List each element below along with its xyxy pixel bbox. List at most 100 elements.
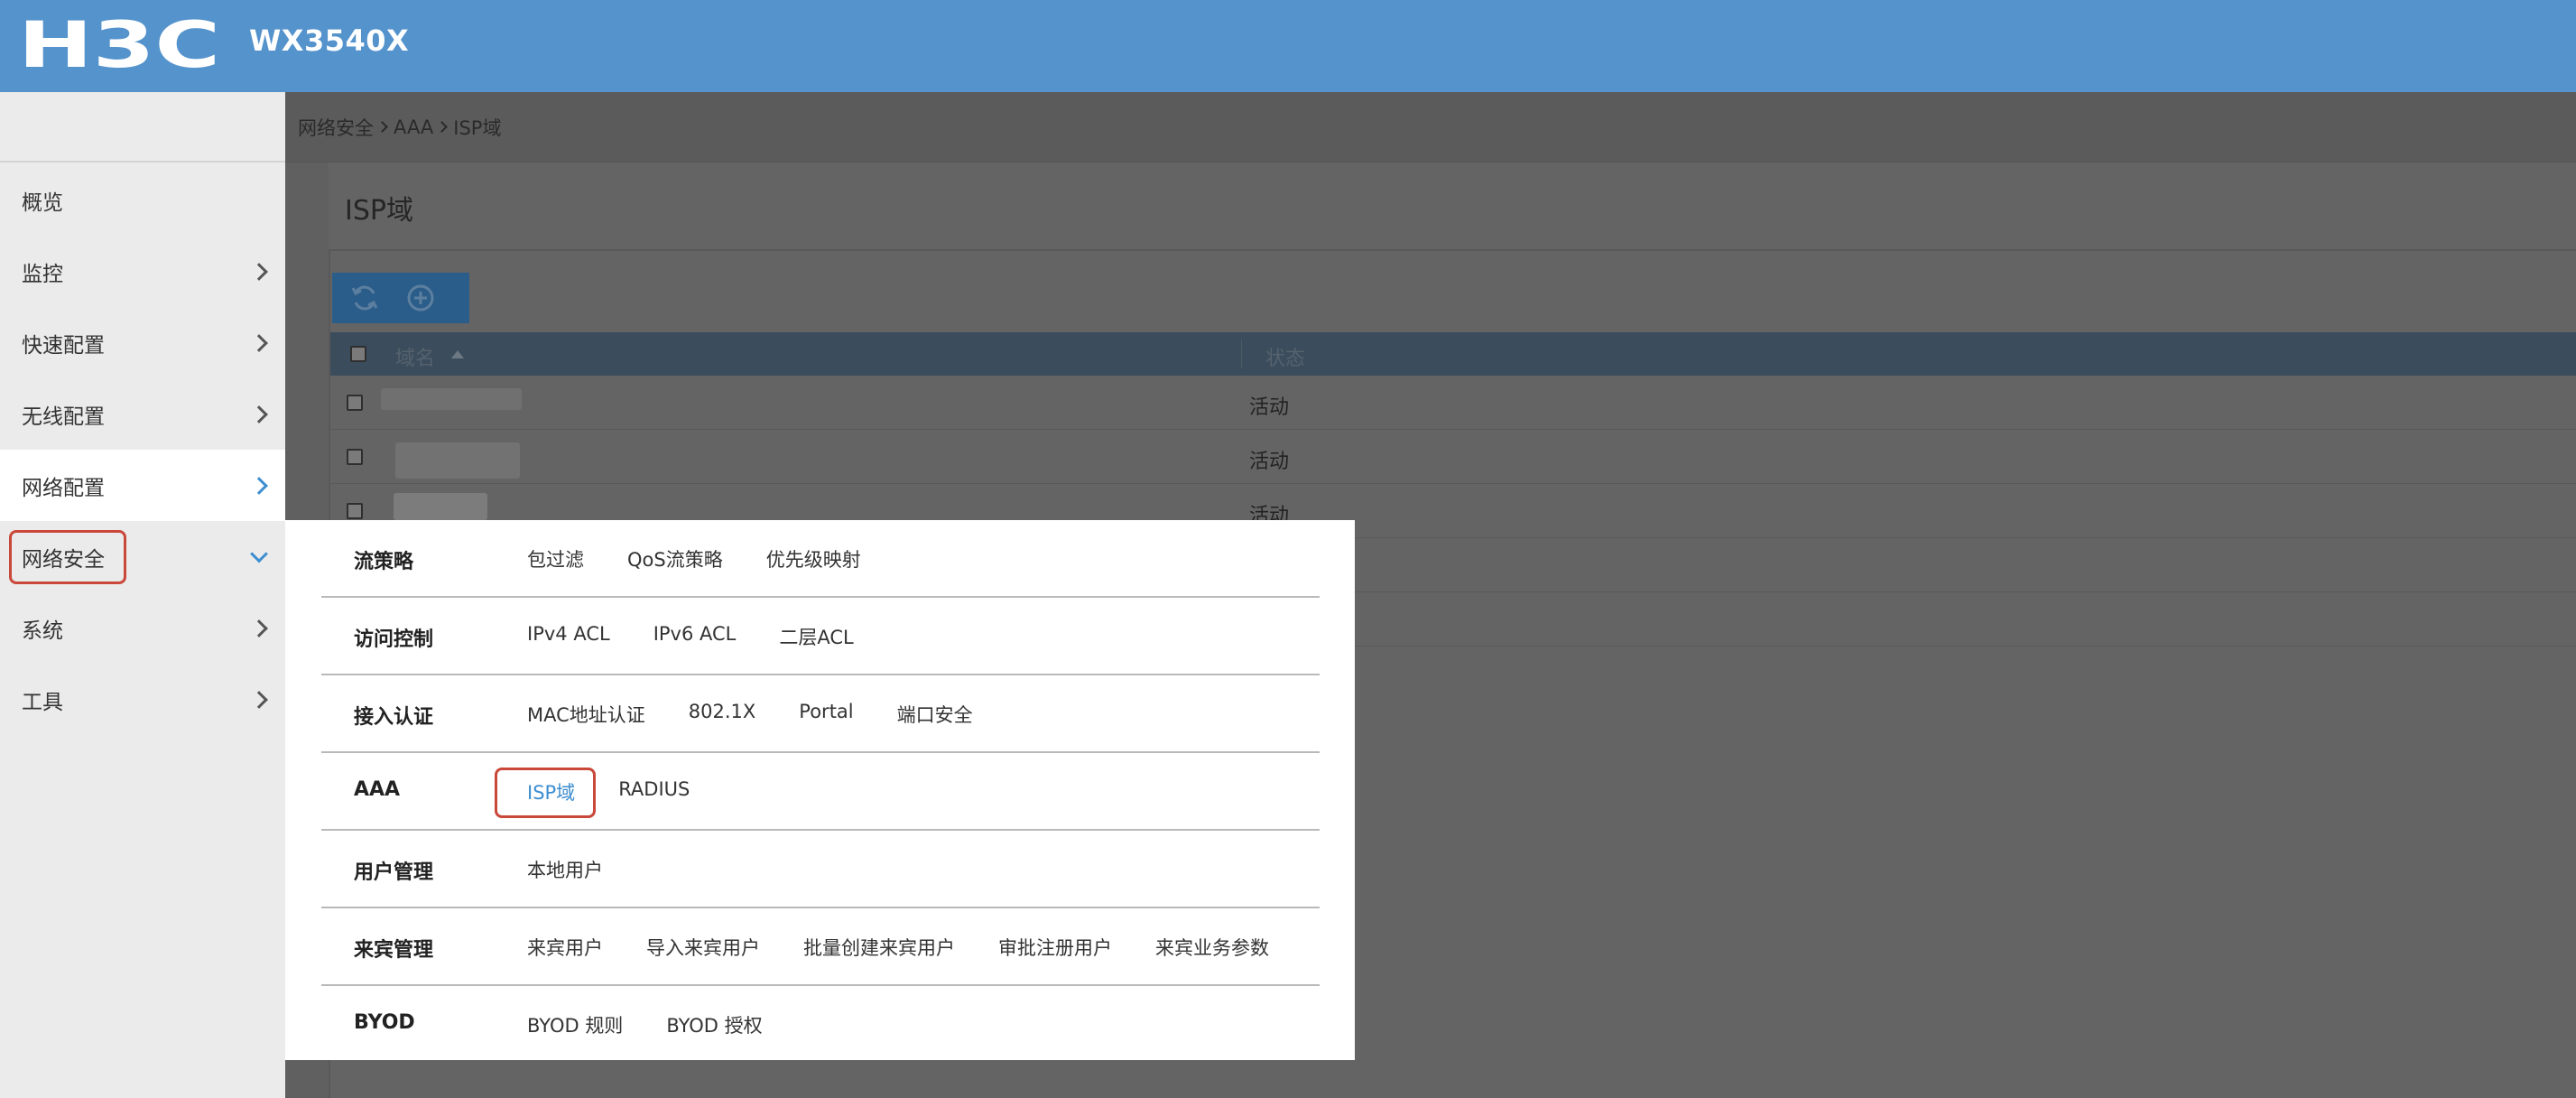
chevron-right-icon bbox=[250, 405, 268, 423]
sidebar: 概览 监控 快速配置 无线配置 网络配置 网络安全 系统 工具 bbox=[0, 92, 285, 1098]
sidebar-item-label: 无线配置 bbox=[22, 405, 105, 429]
highlight-box bbox=[9, 530, 126, 584]
menu-link[interactable]: 802.1X bbox=[689, 701, 756, 728]
menu-link[interactable]: 端口安全 bbox=[897, 701, 973, 728]
menu-row-guest-management: 来宾管理 来宾用户 导入来宾用户 批量创建来宾用户 审批注册用户 来宾业务参数 bbox=[321, 908, 1320, 986]
table-row[interactable]: 活动 bbox=[330, 430, 2576, 484]
chevron-right-icon bbox=[436, 121, 449, 133]
menu-links: IPv4 ACL IPv6 ACL 二层ACL bbox=[527, 623, 854, 650]
menu-link[interactable]: 二层ACL bbox=[779, 623, 853, 650]
menu-link[interactable]: 来宾用户 bbox=[527, 934, 603, 961]
menu-row-aaa: AAA ISP域 RADIUS bbox=[321, 753, 1320, 831]
menu-category: 流策略 bbox=[354, 551, 414, 573]
redacted-domain-name bbox=[395, 442, 520, 479]
breadcrumb-item: ISP域 bbox=[453, 116, 502, 139]
chevron-right-icon bbox=[250, 262, 268, 281]
menu-links: 来宾用户 导入来宾用户 批量创建来宾用户 审批注册用户 来宾业务参数 bbox=[527, 934, 1269, 961]
menu-link-isp-domain[interactable]: ISP域 bbox=[527, 778, 575, 805]
chevron-down-icon bbox=[250, 544, 268, 563]
sidebar-item-label: 系统 bbox=[22, 619, 63, 643]
menu-row-flow-policy: 流策略 包过滤 QoS流策略 优先级映射 bbox=[321, 520, 1320, 598]
page-title: ISP域 bbox=[345, 195, 413, 227]
top-header: H3C WX3540X bbox=[0, 0, 2576, 92]
menu-category: 用户管理 bbox=[354, 861, 434, 884]
menu-link[interactable]: IPv4 ACL bbox=[527, 623, 610, 650]
status-text: 活动 bbox=[1249, 396, 1290, 419]
h3c-logo[interactable]: H3C bbox=[18, 16, 222, 72]
breadcrumb: 网络安全 AAA ISP域 bbox=[285, 92, 2576, 163]
menu-links: 本地用户 bbox=[527, 856, 603, 883]
menu-link[interactable]: QoS流策略 bbox=[627, 545, 723, 572]
toolbar bbox=[332, 273, 469, 323]
row-checkbox[interactable] bbox=[347, 395, 363, 411]
sidebar-item-quick-config[interactable]: 快速配置 bbox=[0, 307, 285, 378]
redacted-domain-name bbox=[381, 388, 522, 410]
table-header: 域名 状态 bbox=[330, 332, 2576, 376]
menu-links: BYOD 规则 BYOD 授权 bbox=[527, 1011, 763, 1038]
menu-links: 包过滤 QoS流策略 优先级映射 bbox=[527, 545, 861, 572]
sidebar-item-label: 网络配置 bbox=[22, 476, 105, 500]
breadcrumb-item[interactable]: AAA bbox=[394, 116, 433, 138]
menu-link[interactable]: 包过滤 bbox=[527, 545, 584, 572]
sidebar-item-label: 概览 bbox=[22, 191, 63, 215]
menu-links: ISP域 RADIUS bbox=[527, 778, 690, 805]
menu-link[interactable]: 批量创建来宾用户 bbox=[803, 934, 955, 961]
chevron-right-icon bbox=[250, 333, 268, 352]
network-security-menu: 流策略 包过滤 QoS流策略 优先级映射 访问控制 IPv4 ACL IPv6 … bbox=[285, 520, 1355, 1060]
breadcrumb-item[interactable]: 网络安全 bbox=[298, 114, 374, 141]
menu-category: BYOD bbox=[354, 1011, 415, 1034]
redacted-domain-name bbox=[394, 493, 487, 520]
table-row[interactable]: 活动 bbox=[330, 376, 2576, 430]
menu-link[interactable]: 优先级映射 bbox=[766, 545, 861, 572]
menu-category: 访问控制 bbox=[354, 628, 434, 651]
sidebar-item-label: 工具 bbox=[22, 690, 63, 714]
menu-link[interactable]: 来宾业务参数 bbox=[1155, 934, 1269, 961]
sidebar-item-monitor[interactable]: 监控 bbox=[0, 236, 285, 307]
status-text: 活动 bbox=[1249, 451, 1290, 473]
sidebar-item-network-security[interactable]: 网络安全 bbox=[0, 521, 285, 592]
select-all-checkbox[interactable] bbox=[350, 346, 366, 362]
column-header-status[interactable]: 状态 bbox=[1265, 342, 1305, 371]
menu-row-byod: BYOD BYOD 规则 BYOD 授权 bbox=[321, 986, 1320, 1064]
menu-category: 来宾管理 bbox=[354, 939, 434, 962]
sidebar-top bbox=[0, 92, 285, 163]
refresh-button[interactable] bbox=[347, 280, 383, 316]
chevron-right-icon bbox=[250, 619, 268, 637]
menu-link[interactable]: 导入来宾用户 bbox=[646, 934, 760, 961]
add-circle-icon bbox=[407, 284, 434, 312]
chevron-right-icon bbox=[250, 476, 268, 495]
menu-link[interactable]: 本地用户 bbox=[527, 856, 603, 883]
chevron-right-icon bbox=[376, 121, 388, 133]
sidebar-item-overview[interactable]: 概览 bbox=[0, 164, 285, 236]
menu-category: AAA bbox=[354, 778, 401, 801]
row-checkbox[interactable] bbox=[347, 449, 363, 465]
menu-link[interactable]: 审批注册用户 bbox=[998, 934, 1112, 961]
sidebar-item-network-config[interactable]: 网络配置 bbox=[0, 450, 285, 521]
menu-links: MAC地址认证 802.1X Portal 端口安全 bbox=[527, 701, 973, 728]
column-header-domain[interactable]: 域名 bbox=[395, 342, 435, 371]
menu-link[interactable]: Portal bbox=[799, 701, 853, 728]
divider bbox=[329, 249, 2576, 251]
menu-link[interactable]: BYOD 规则 bbox=[527, 1011, 623, 1038]
menu-row-access-control: 访问控制 IPv4 ACL IPv6 ACL 二层ACL bbox=[321, 598, 1320, 675]
column-divider bbox=[1241, 340, 1242, 368]
device-model: WX3540X bbox=[249, 23, 410, 58]
sidebar-item-label: 监控 bbox=[22, 262, 63, 286]
sidebar-item-tools[interactable]: 工具 bbox=[0, 664, 285, 735]
refresh-icon bbox=[351, 285, 378, 311]
sidebar-item-label: 快速配置 bbox=[22, 333, 105, 358]
menu-row-user-management: 用户管理 本地用户 bbox=[321, 831, 1320, 908]
row-checkbox[interactable] bbox=[347, 503, 363, 519]
sidebar-item-wireless-config[interactable]: 无线配置 bbox=[0, 378, 285, 450]
sidebar-nav: 概览 监控 快速配置 无线配置 网络配置 网络安全 系统 工具 bbox=[0, 164, 285, 735]
menu-link[interactable]: MAC地址认证 bbox=[527, 701, 645, 728]
add-button[interactable] bbox=[403, 280, 439, 316]
menu-link[interactable]: BYOD 授权 bbox=[666, 1011, 762, 1038]
svg-text:H3C: H3C bbox=[18, 16, 220, 72]
menu-category: 接入认证 bbox=[354, 706, 434, 729]
menu-link[interactable]: IPv6 ACL bbox=[653, 623, 737, 650]
sort-ascending-icon bbox=[451, 350, 464, 358]
menu-row-access-auth: 接入认证 MAC地址认证 802.1X Portal 端口安全 bbox=[321, 675, 1320, 753]
menu-link[interactable]: RADIUS bbox=[618, 778, 690, 805]
sidebar-item-system[interactable]: 系统 bbox=[0, 592, 285, 664]
